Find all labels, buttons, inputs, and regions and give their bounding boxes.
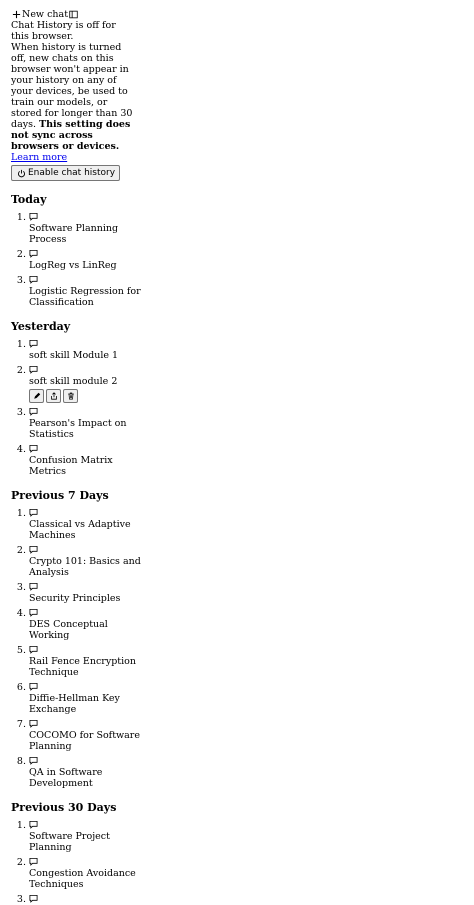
chat-bubble-icon	[29, 249, 38, 258]
chat-title: LogReg vs LinReg	[29, 260, 117, 271]
chat-bubble-icon	[29, 719, 38, 728]
list-item-selected[interactable]: soft skill module 2	[29, 365, 161, 403]
history-off-notice: Chat History is off for this browser. Wh…	[11, 20, 135, 181]
section-heading-previous-7-days: Previous 7 Days	[11, 489, 109, 502]
power-icon	[16, 168, 26, 178]
chat-bubble-icon	[29, 444, 38, 453]
list-item[interactable]: DES Conceptual Working	[29, 608, 161, 641]
chat-title: soft skill module 2	[29, 376, 118, 387]
chat-title: Rail Fence Encryption Technique	[29, 656, 136, 678]
new-chat-label: New chat	[22, 9, 69, 20]
chat-bubble-icon	[29, 582, 38, 591]
chat-title: Confusion Matrix Metrics	[29, 455, 113, 477]
rename-button[interactable]	[29, 389, 44, 403]
share-button[interactable]	[46, 389, 61, 403]
list-item[interactable]: Software Project Planning	[29, 820, 161, 853]
sidebar: New chat Chat History is off for this br…	[11, 0, 161, 905]
chat-title: Security Principles	[29, 593, 121, 604]
chat-bubble-icon	[29, 407, 38, 416]
trash-icon	[67, 392, 74, 400]
previous-7-days-list: Classical vs Adaptive Machines Crypto 10…	[11, 508, 161, 789]
pencil-icon	[33, 392, 40, 399]
list-item[interactable]: Confusion Matrix Metrics	[29, 444, 161, 477]
chat-title: DES Conceptual Working	[29, 619, 108, 641]
delete-button[interactable]	[63, 389, 78, 403]
chat-bubble-icon	[29, 682, 38, 691]
today-list: Software Planning Process LogReg vs LinR…	[11, 212, 161, 308]
chat-bubble-icon	[29, 508, 38, 517]
chat-title: Congestion Avoidance Techniques	[29, 868, 136, 890]
enable-chat-history-button[interactable]: Enable chat history	[11, 165, 121, 181]
chat-bubble-icon	[29, 857, 38, 866]
chat-bubble-icon	[29, 756, 38, 765]
list-item[interactable]: LogReg vs LinReg	[29, 249, 161, 271]
sidebar-header: New chat	[11, 9, 161, 20]
list-item[interactable]: Software Planning Process	[29, 212, 161, 245]
list-item[interactable]	[29, 894, 161, 905]
chat-bubble-icon	[29, 820, 38, 829]
list-item[interactable]: Crypto 101: Basics and Analysis	[29, 545, 161, 578]
chat-title: QA in Software Development	[29, 767, 103, 789]
chat-title: Diffie-Hellman Key Exchange	[29, 693, 120, 715]
list-item[interactable]: Congestion Avoidance Techniques	[29, 857, 161, 890]
chat-actions	[29, 389, 161, 403]
previous-30-days-list: Software Project Planning Congestion Avo…	[11, 820, 161, 905]
chat-title: Logistic Regression for Classification	[29, 286, 141, 308]
chat-bubble-icon	[29, 545, 38, 554]
chat-title: Software Planning Process	[29, 223, 119, 245]
enable-chat-history-label: Enable chat history	[28, 168, 116, 178]
history-off-detail: When history is turned off, new chats on…	[11, 42, 133, 130]
learn-more-link[interactable]: Learn more	[11, 152, 67, 163]
chat-bubble-icon	[29, 212, 38, 221]
chat-bubble-icon	[29, 339, 38, 348]
chat-bubble-icon	[29, 645, 38, 654]
list-item[interactable]: Pearson's Impact on Statistics	[29, 407, 161, 440]
list-item[interactable]: Security Principles	[29, 582, 161, 604]
list-item[interactable]: soft skill Module 1	[29, 339, 161, 361]
list-item[interactable]: Logistic Regression for Classification	[29, 275, 161, 308]
chat-title: Crypto 101: Basics and Analysis	[29, 556, 141, 578]
chat-title: Software Project Planning	[29, 831, 110, 853]
chat-bubble-icon	[29, 608, 38, 617]
chat-title: soft skill Module 1	[29, 350, 119, 361]
section-heading-yesterday: Yesterday	[11, 320, 71, 333]
chat-bubble-icon	[29, 894, 38, 903]
yesterday-list: soft skill Module 1 soft skill module 2 …	[11, 339, 161, 477]
chat-bubble-icon	[29, 275, 38, 284]
sidebar-toggle-icon[interactable]	[68, 10, 78, 20]
plus-icon	[11, 10, 21, 20]
section-heading-today: Today	[11, 193, 47, 206]
share-icon	[50, 392, 57, 400]
list-item[interactable]: COCOMO for Software Planning	[29, 719, 161, 752]
list-item[interactable]: Classical vs Adaptive Machines	[29, 508, 161, 541]
chat-bubble-icon	[29, 365, 38, 374]
list-item[interactable]: Rail Fence Encryption Technique	[29, 645, 161, 678]
new-chat-button[interactable]: New chat	[11, 9, 68, 20]
chat-title: Classical vs Adaptive Machines	[29, 519, 131, 541]
section-heading-previous-30-days: Previous 30 Days	[11, 801, 117, 814]
list-item[interactable]: QA in Software Development	[29, 756, 161, 789]
chat-title: COCOMO for Software Planning	[29, 730, 140, 752]
list-item[interactable]: Diffie-Hellman Key Exchange	[29, 682, 161, 715]
history-off-text: Chat History is off for this browser.	[11, 20, 116, 42]
chat-title: Pearson's Impact on Statistics	[29, 418, 127, 440]
